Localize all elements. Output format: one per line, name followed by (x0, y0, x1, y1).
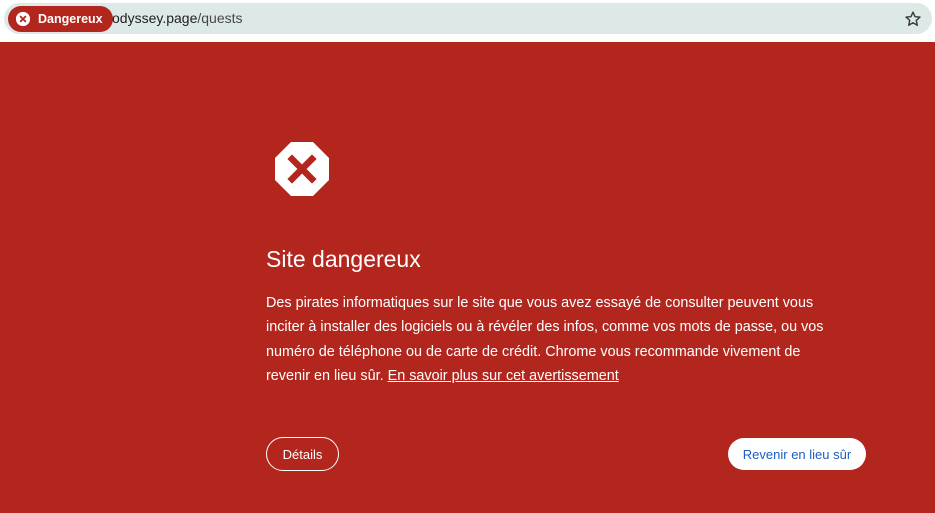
danger-circle-icon (16, 12, 30, 26)
stop-octagon-icon (273, 140, 331, 198)
details-button[interactable]: Détails (266, 437, 339, 471)
url-path: /quests (197, 10, 243, 26)
bookmark-star-icon[interactable] (904, 10, 922, 28)
security-chip[interactable]: Dangereux (8, 6, 113, 32)
back-to-safety-button[interactable]: Revenir en lieu sûr (728, 438, 866, 470)
address-bar[interactable]: Dangereux odyssey.page/quests (4, 3, 932, 34)
url-text[interactable]: odyssey.page/quests (112, 3, 243, 34)
warning-message: Des pirates informatiques sur le site qu… (266, 291, 846, 388)
browser-toolbar: Dangereux odyssey.page/quests (0, 0, 935, 42)
safe-browsing-interstitial: Site dangereux Des pirates informatiques… (0, 42, 935, 513)
security-chip-label: Dangereux (38, 12, 103, 26)
url-domain: odyssey.page (112, 10, 198, 26)
page-title: Site dangereux (266, 246, 421, 272)
learn-more-link[interactable]: En savoir plus sur cet avertissement (388, 368, 619, 384)
